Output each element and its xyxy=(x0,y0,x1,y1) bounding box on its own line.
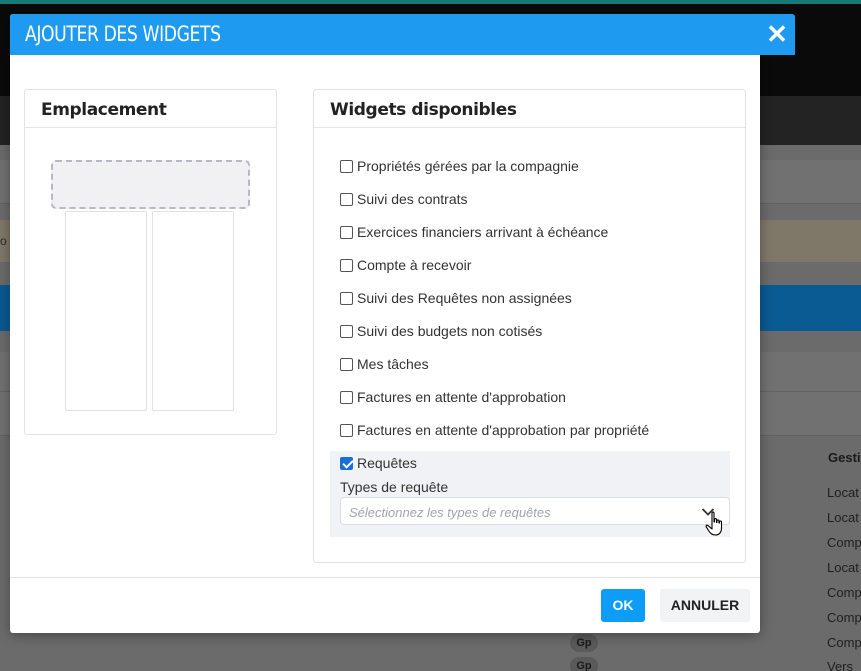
location-panel: Emplacement xyxy=(24,89,277,435)
close-icon[interactable]: ✕ xyxy=(764,21,790,47)
layout-slot-right-column[interactable] xyxy=(152,211,234,411)
widget-option[interactable]: Factures en attente d'approbation par pr… xyxy=(340,421,649,439)
widget-option[interactable]: Suivi des Requêtes non assignées xyxy=(340,289,572,307)
request-types-label: Types de requête xyxy=(340,479,449,495)
cancel-button[interactable]: ANNULER xyxy=(660,589,750,622)
widget-option[interactable]: Compte à recevoir xyxy=(340,256,471,274)
bg-table-cell: Comp xyxy=(827,610,861,625)
widget-option-label: Compte à recevoir xyxy=(357,257,472,273)
location-panel-title: Emplacement xyxy=(25,90,276,128)
footer-divider xyxy=(10,577,760,578)
bg-table-cell: Comp xyxy=(827,535,861,550)
modal-header: Ajouter des widgets ✕ xyxy=(10,14,795,55)
checkbox[interactable] xyxy=(340,423,353,437)
bg-table-cell: Locat xyxy=(827,510,859,525)
widget-option-label: Exercices financiers arrivant à échéance xyxy=(357,224,609,240)
bg-column-header: Gesti xyxy=(828,450,861,465)
widget-option[interactable]: Factures en attente d'approbation xyxy=(340,388,566,406)
modal-title: Ajouter des widgets xyxy=(25,22,221,46)
widget-option-requetes[interactable]: Requêtes xyxy=(340,454,417,472)
checkbox-checked[interactable] xyxy=(340,456,353,470)
bg-table-cell: Locat xyxy=(827,560,859,575)
checkbox[interactable] xyxy=(340,390,353,404)
widget-option-label: Requêtes xyxy=(357,455,417,471)
widgets-panel-title: Widgets disponibles xyxy=(314,90,745,128)
widget-option-label: Propriétés gérées par la compagnie xyxy=(357,158,579,174)
hand-pointer-icon xyxy=(705,511,723,536)
checkbox[interactable] xyxy=(340,357,353,371)
bg-badge: Gp xyxy=(570,634,598,652)
widget-option[interactable]: Exercices financiers arrivant à échéance xyxy=(340,223,608,241)
bg-table-cell: Comp xyxy=(827,635,861,650)
bg-badge: Gp xyxy=(570,657,598,671)
select-placeholder: Sélectionnez les types de requêtes xyxy=(349,505,551,520)
widget-option-label: Factures en attente d'approbation par pr… xyxy=(357,422,650,438)
layout-slot-left-column[interactable] xyxy=(65,211,147,411)
bg-table-cell: Comp xyxy=(827,585,861,600)
request-types-select[interactable]: Sélectionnez les types de requêtes xyxy=(340,497,730,525)
checkbox[interactable] xyxy=(340,258,353,272)
layout-slot-top[interactable] xyxy=(51,160,250,209)
widget-option[interactable]: Suivi des contrats xyxy=(340,190,468,208)
checkbox[interactable] xyxy=(340,159,353,173)
bg-table-cell: Vers xyxy=(827,659,854,671)
widget-option[interactable]: Propriétés gérées par la compagnie xyxy=(340,157,579,175)
widget-option-label: Suivi des budgets non cotisés xyxy=(357,323,543,339)
checkbox[interactable] xyxy=(340,225,353,239)
checkbox[interactable] xyxy=(340,324,353,338)
widget-option[interactable]: Mes tâches xyxy=(340,355,429,373)
bg-banner-text: o xyxy=(0,234,7,248)
widget-option-label: Suivi des Requêtes non assignées xyxy=(357,290,572,306)
widget-option-label: Mes tâches xyxy=(357,356,429,372)
widget-option-label: Factures en attente d'approbation xyxy=(357,389,566,405)
bg-table-cell: Locat xyxy=(827,485,859,500)
widget-option-label: Suivi des contrats xyxy=(357,191,468,207)
ok-button[interactable]: OK xyxy=(601,589,645,622)
checkbox[interactable] xyxy=(340,291,353,305)
add-widgets-modal: Ajouter des widgets ✕ Emplacement Widget… xyxy=(10,14,795,633)
widget-option[interactable]: Suivi des budgets non cotisés xyxy=(340,322,542,340)
widgets-panel: Widgets disponibles Types de requête Sél… xyxy=(313,89,746,563)
checkbox[interactable] xyxy=(340,192,353,206)
